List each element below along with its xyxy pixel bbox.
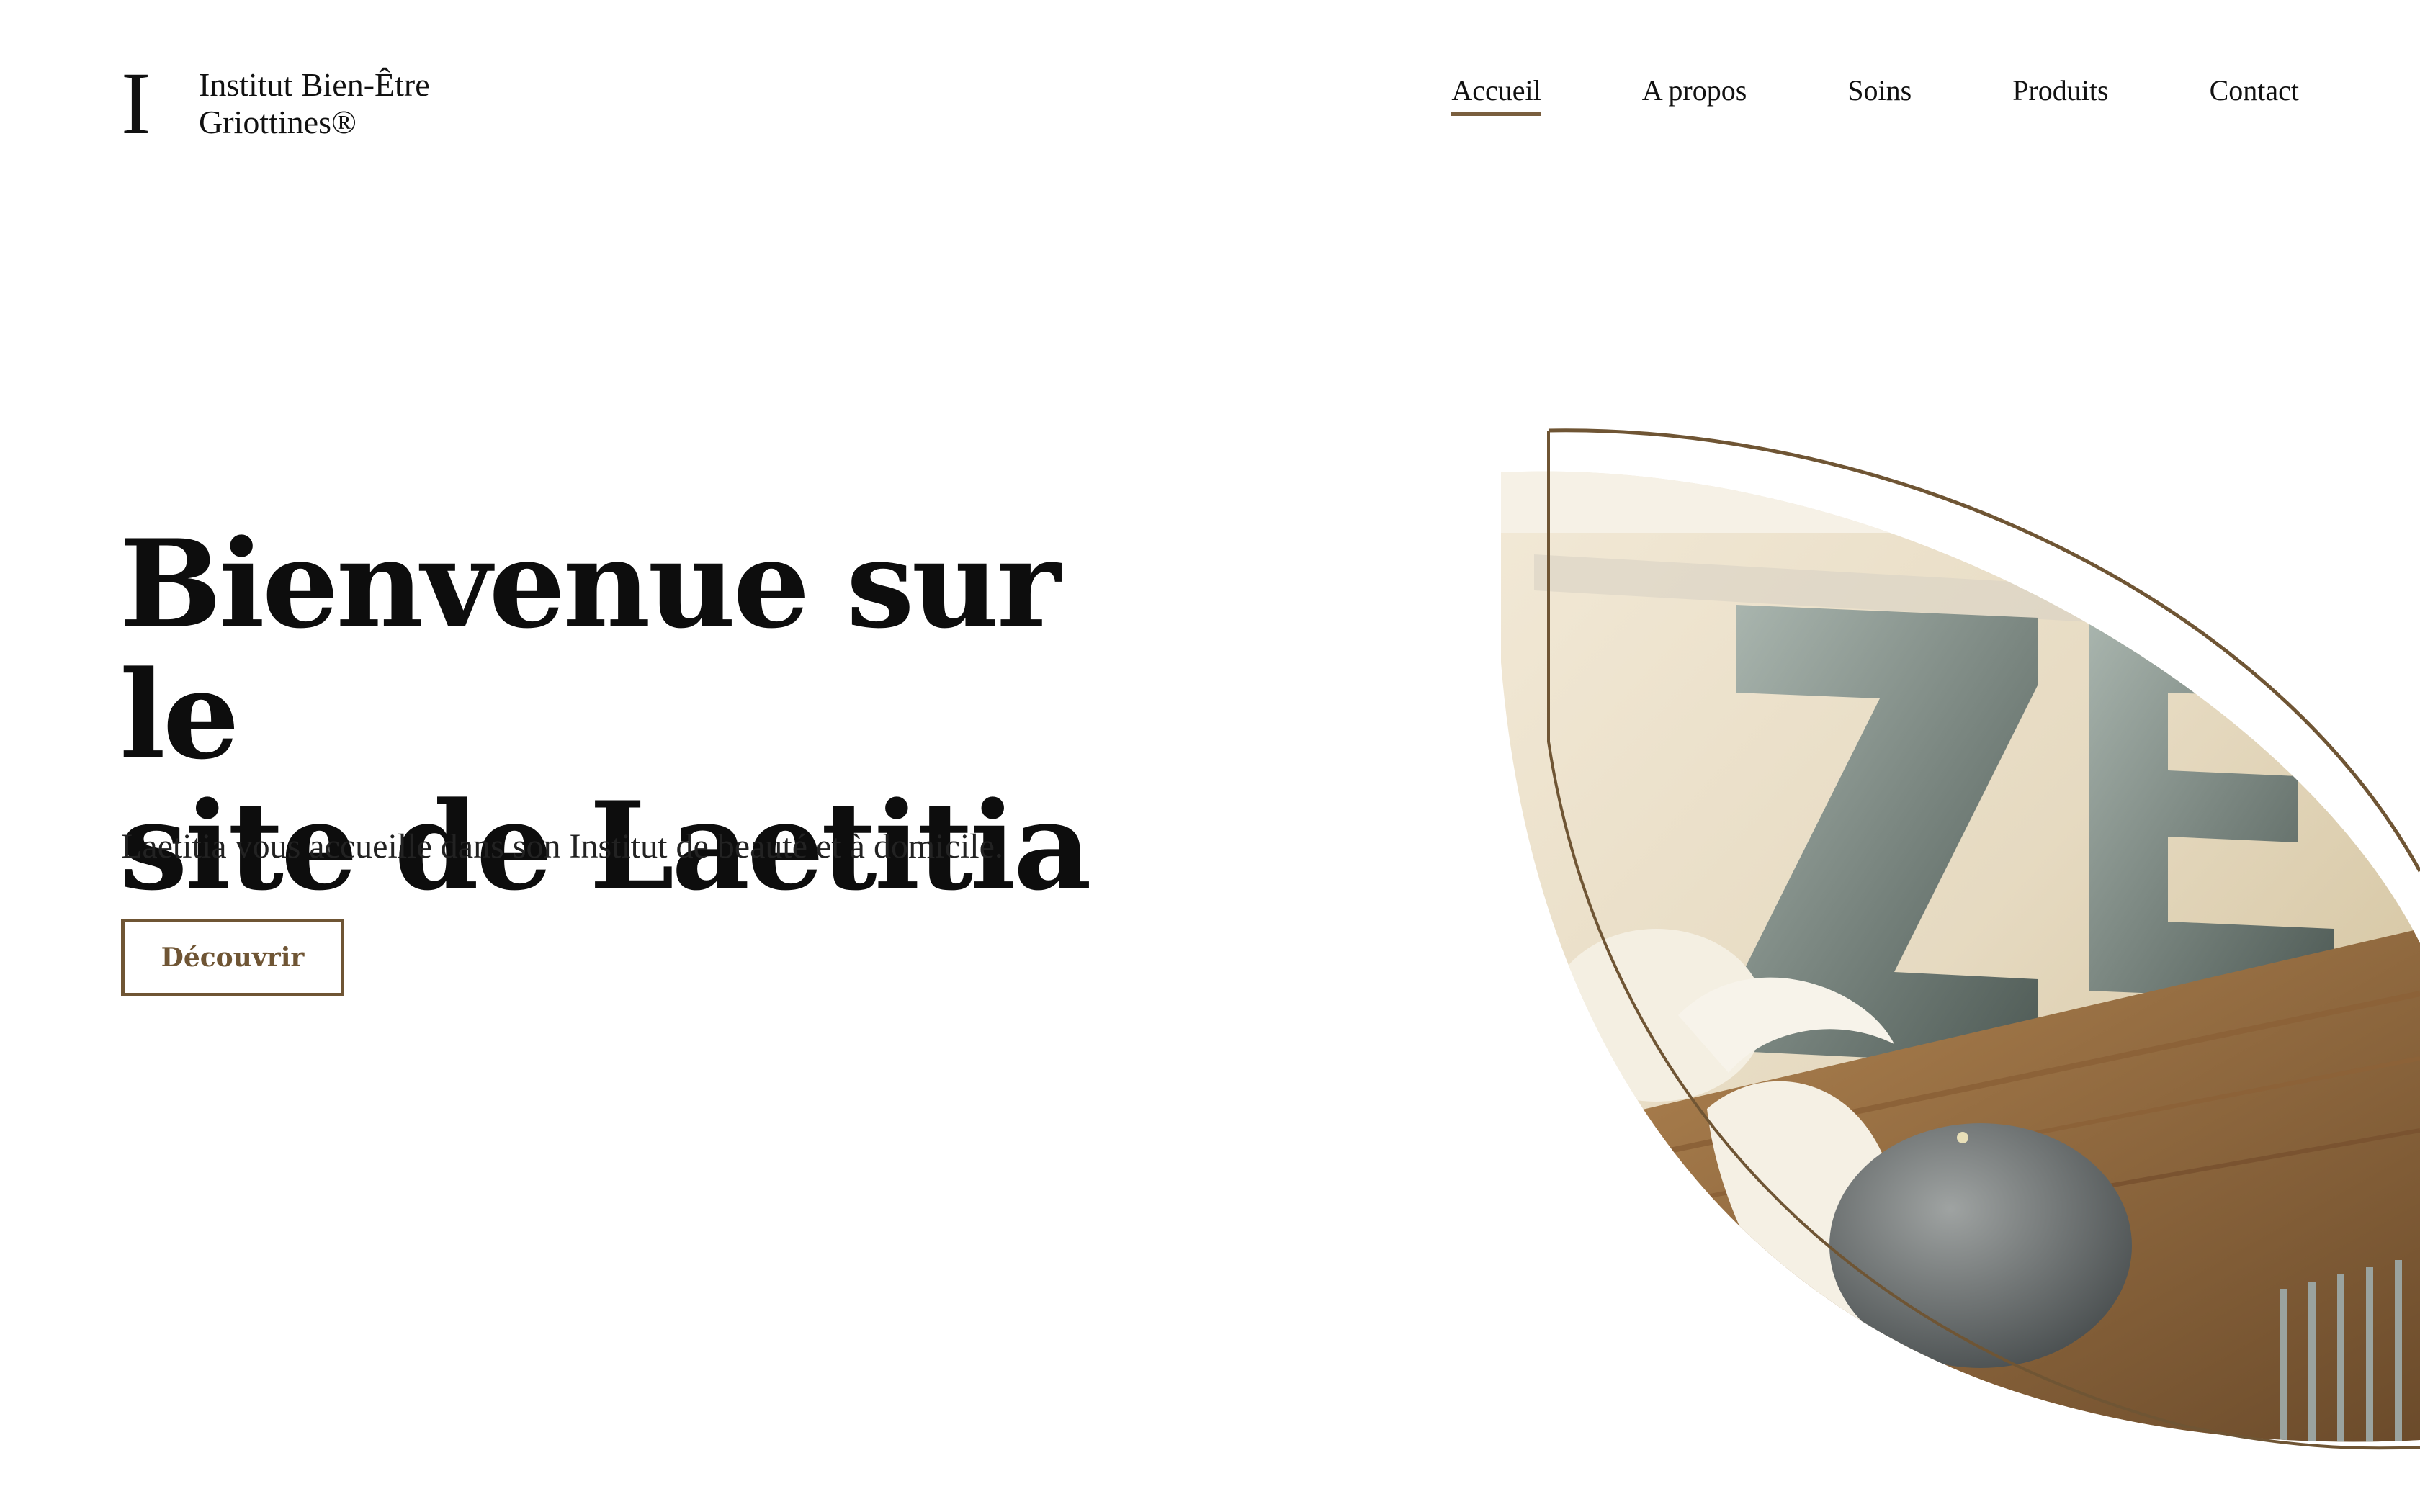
nav-item-contact[interactable]: Contact [2210, 73, 2299, 114]
brand-name: Institut Bien-Être Griottines® [199, 66, 430, 141]
main-nav: Accueil A propos Soins Produits Contact [1451, 73, 2299, 116]
nav-item-produits[interactable]: Produits [2012, 73, 2108, 114]
hero-image [1501, 428, 2420, 1450]
nav-item-soins[interactable]: Soins [1847, 73, 1912, 114]
nav-item-a-propos[interactable]: A propos [1642, 73, 1747, 114]
brand-name-line2: Griottines® [199, 104, 357, 140]
nav-item-accueil[interactable]: Accueil [1451, 73, 1542, 116]
brand-mark: I [121, 54, 151, 153]
hero-title-line1: Bienvenue sur le [120, 513, 1060, 786]
page: I Institut Bien-Être Griottines® Accueil… [0, 0, 2420, 1512]
brand-name-line1: Institut Bien-Être [199, 66, 430, 103]
discover-button[interactable]: Découvrir [121, 919, 344, 996]
hero-subtitle: Laetitia vous accueille dans son Institu… [121, 827, 1003, 865]
brand-logo[interactable]: I Institut Bien-Être Griottines® [121, 59, 430, 148]
